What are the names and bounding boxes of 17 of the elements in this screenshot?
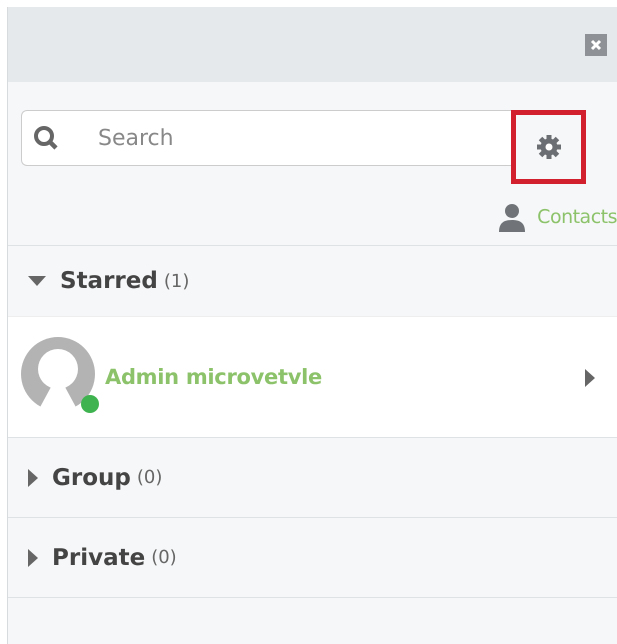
settings-button[interactable] — [511, 110, 586, 184]
search-field[interactable]: Search — [21, 110, 511, 166]
caret-right-icon[interactable] — [28, 468, 38, 486]
contact-name: Admin microvetvle — [105, 365, 322, 389]
section-count: (0) — [151, 547, 177, 568]
section-count: (1) — [164, 270, 190, 292]
caret-right-icon[interactable] — [28, 548, 38, 566]
settings-icon — [536, 134, 562, 160]
section-title[interactable]: Private — [52, 544, 146, 570]
avatar-icon — [21, 337, 95, 411]
caret-right-icon — [585, 369, 595, 387]
section-title[interactable]: Group — [52, 464, 131, 490]
caret-down-icon[interactable] — [28, 276, 46, 286]
close-icon[interactable] — [585, 34, 607, 56]
person-icon — [497, 202, 528, 232]
section-count: (0) — [136, 467, 162, 488]
section-title[interactable]: Starred — [60, 268, 158, 294]
